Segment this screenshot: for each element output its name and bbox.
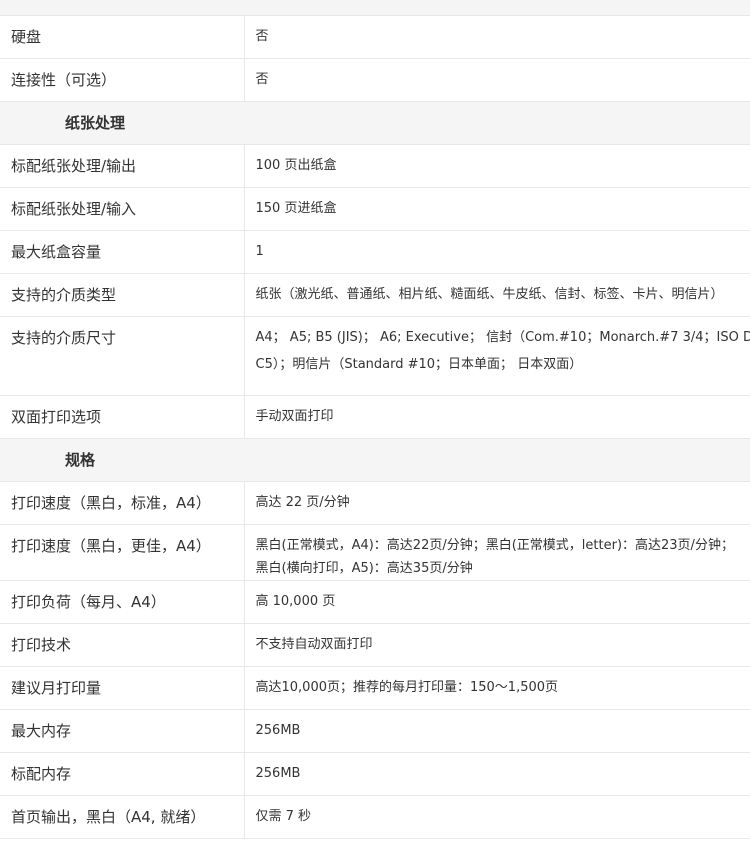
spec-value-line: C5）；明信片（Standard #10；日本单面； 日本双面） — [255, 356, 583, 372]
spec-label: 支持的介质类型 — [0, 273, 245, 317]
spec-label: 硬盘 — [0, 15, 245, 59]
section-title: 纸张处理 — [0, 101, 750, 145]
table-row: 建议月打印量 高达10,000页；推荐的每月打印量：150～1,500页 — [0, 666, 750, 710]
spec-value-line: 高达10,000页；推荐的每月打印量：150～1,500页 — [255, 679, 559, 695]
spec-value-line: 黑白(横向打印，A5)：高达35页/分钟 — [255, 560, 473, 576]
spec-value: 仅需 7 秒 — [244, 795, 750, 839]
table-row: 标配纸张处理/输出 100 页出纸盒 — [0, 144, 750, 188]
spec-value-line: 否 — [255, 71, 269, 87]
table-row: 首页输出，黑白（A4, 就绪） 仅需 7 秒 — [0, 795, 750, 839]
spec-value: 高 10,000 页 — [244, 580, 750, 624]
spec-value: 否 — [244, 58, 750, 102]
table-row: 最大纸盒容量 1 — [0, 230, 750, 274]
spec-value: 否 — [244, 15, 750, 59]
table-row: 支持的介质类型 纸张（激光纸、普通纸、相片纸、糙面纸、牛皮纸、信封、标签、卡片、… — [0, 273, 750, 317]
spec-value: A4； A5; B5 (JIS)； A6; Executive； 信封（Com.… — [244, 316, 750, 396]
table-row: 最大内存 256MB — [0, 709, 750, 753]
spec-value: 手动双面打印 — [244, 395, 750, 439]
spec-label: 标配内存 — [0, 752, 245, 796]
spec-value-line: 否 — [255, 28, 269, 44]
spec-label: 标配纸张处理/输入 — [0, 187, 245, 231]
spec-table: 硬盘 否 连接性（可选） 否 纸张处理 标配纸张处理/输出 100 页出纸盒 标… — [0, 0, 750, 839]
table-row: 连接性（可选） 否 — [0, 58, 750, 102]
spec-value-line: 仅需 7 秒 — [255, 808, 312, 824]
spec-label: 打印速度（黑白，标准，A4） — [0, 481, 245, 525]
spec-value-line: 黑白(正常模式，A4)：高达22页/分钟；黑白(正常模式，letter)：高达2… — [255, 537, 734, 553]
table-row: 标配纸张处理/输入 150 页进纸盒 — [0, 187, 750, 231]
spec-value: 100 页出纸盒 — [244, 144, 750, 188]
spec-value-line: 256MB — [255, 722, 301, 738]
spec-label: 建议月打印量 — [0, 666, 245, 710]
table-row: 标配内存 256MB — [0, 752, 750, 796]
table-row: 打印速度（黑白，更佳，A4） 黑白(正常模式，A4)：高达22页/分钟；黑白(正… — [0, 524, 750, 581]
section-title: 规格 — [0, 438, 750, 482]
spec-label: 双面打印选项 — [0, 395, 245, 439]
spec-label: 首页输出，黑白（A4, 就绪） — [0, 795, 245, 839]
spec-label: 最大内存 — [0, 709, 245, 753]
spec-label: 打印技术 — [0, 623, 245, 667]
spec-label: 打印负荷（每月、A4） — [0, 580, 245, 624]
table-row: 双面打印选项 手动双面打印 — [0, 395, 750, 439]
spec-value: 黑白(正常模式，A4)：高达22页/分钟；黑白(正常模式，letter)：高达2… — [244, 524, 750, 581]
spec-value: 不支持自动双面打印 — [244, 623, 750, 667]
section-header: 纸张处理 — [0, 101, 750, 145]
spec-value: 1 — [244, 230, 750, 274]
spec-value: 高达10,000页；推荐的每月打印量：150～1,500页 — [244, 666, 750, 710]
table-row: 硬盘 否 — [0, 15, 750, 59]
top-strip — [0, 0, 750, 16]
spec-label: 最大纸盒容量 — [0, 230, 245, 274]
table-row: 打印负荷（每月、A4） 高 10,000 页 — [0, 580, 750, 624]
spec-value-line: 不支持自动双面打印 — [255, 636, 373, 652]
spec-label: 打印速度（黑白，更佳，A4） — [0, 524, 245, 581]
spec-value: 150 页进纸盒 — [244, 187, 750, 231]
table-row: 支持的介质尺寸 A4； A5; B5 (JIS)； A6; Executive；… — [0, 316, 750, 396]
spec-value-line: 高达 22 页/分钟 — [255, 494, 350, 510]
spec-value-line: 1 — [255, 243, 264, 259]
spec-value-line: A4； A5; B5 (JIS)； A6; Executive； 信封（Com.… — [255, 329, 750, 345]
spec-value-line: 纸张（激光纸、普通纸、相片纸、糙面纸、牛皮纸、信封、标签、卡片、明信片） — [255, 286, 724, 302]
section-header: 规格 — [0, 438, 750, 482]
spec-value-line: 手动双面打印 — [255, 408, 334, 424]
spec-value: 256MB — [244, 709, 750, 753]
spec-value-line: 150 页进纸盒 — [255, 200, 337, 216]
spec-value-line: 高 10,000 页 — [255, 593, 336, 609]
spec-label: 连接性（可选） — [0, 58, 245, 102]
spec-value: 256MB — [244, 752, 750, 796]
spec-value-line: 100 页出纸盒 — [255, 157, 337, 173]
spec-label: 支持的介质尺寸 — [0, 316, 245, 396]
spec-value: 纸张（激光纸、普通纸、相片纸、糙面纸、牛皮纸、信封、标签、卡片、明信片） — [244, 273, 750, 317]
spec-value-line: 256MB — [255, 765, 301, 781]
spec-label: 标配纸张处理/输出 — [0, 144, 245, 188]
table-row: 打印速度（黑白，标准，A4） 高达 22 页/分钟 — [0, 481, 750, 525]
table-row: 打印技术 不支持自动双面打印 — [0, 623, 750, 667]
spec-value: 高达 22 页/分钟 — [244, 481, 750, 525]
